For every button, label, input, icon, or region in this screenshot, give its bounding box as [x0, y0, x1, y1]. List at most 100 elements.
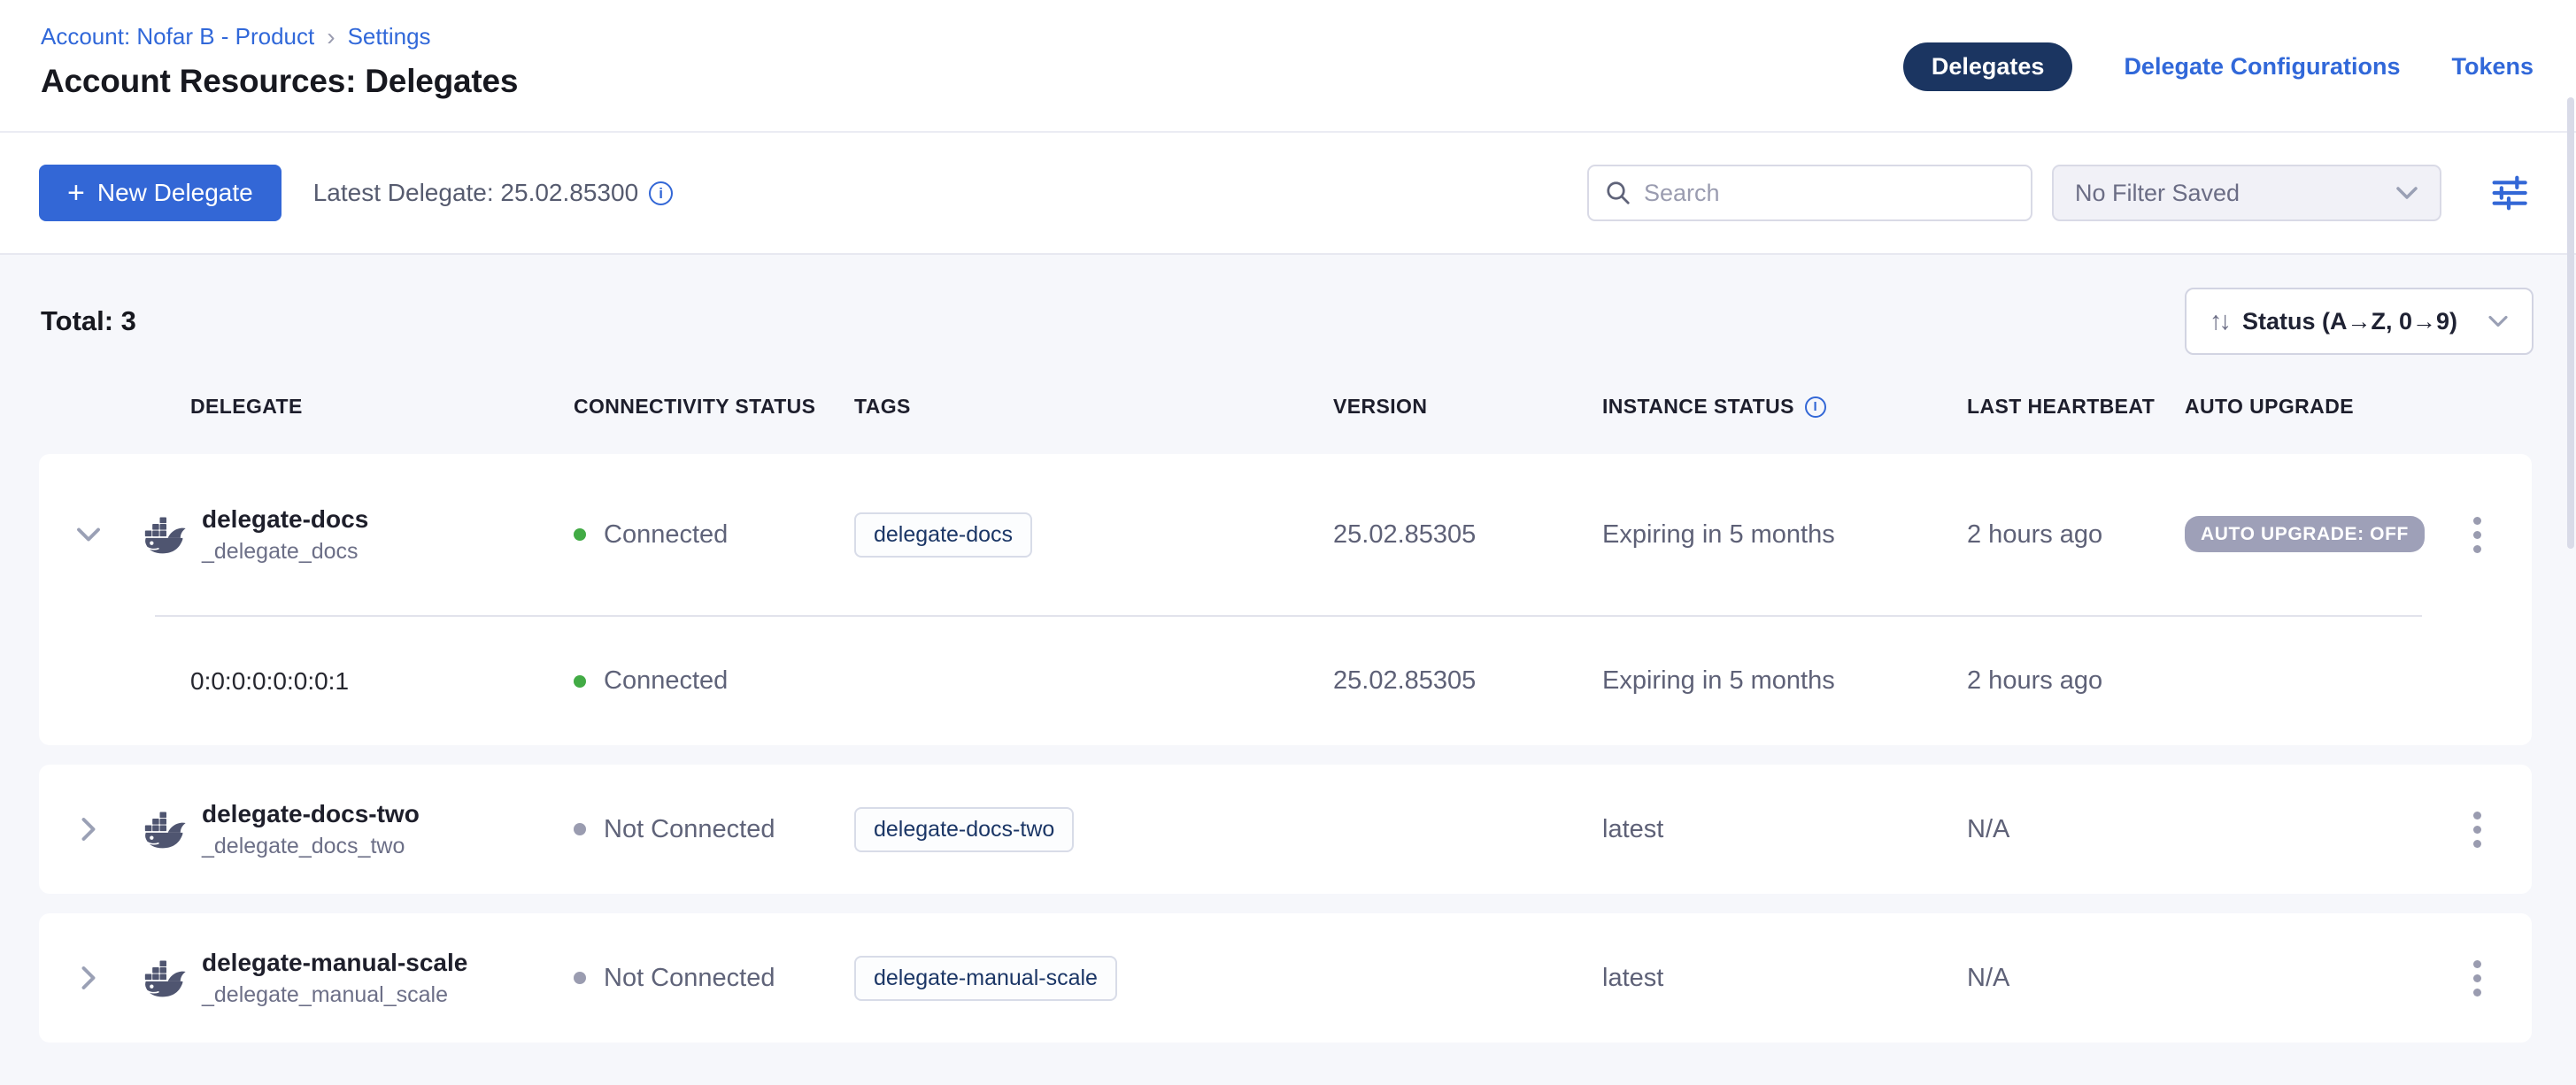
search-icon [1605, 180, 1631, 206]
connected-dot-icon [574, 675, 586, 688]
column-header-auto-upgrade: Auto Upgrade [2185, 395, 2473, 419]
column-header-tags: Tags [854, 395, 1333, 419]
saved-filter-value: No Filter Saved [2075, 180, 2240, 207]
search-box [1587, 165, 2032, 221]
chevron-down-icon [75, 525, 102, 544]
tag-chip[interactable]: delegate-docs-two [854, 807, 1074, 852]
delegate-id: _delegate_manual_scale [202, 982, 467, 1008]
tab-delegate-configurations[interactable]: Delegate Configurations [2124, 53, 2400, 81]
column-header-version: Version [1333, 395, 1602, 419]
tags-cell: delegate-docs-two [854, 807, 1333, 852]
search-input[interactable] [1644, 180, 2015, 207]
column-header-delegate: Delegate [138, 395, 556, 419]
vertical-scrollbar[interactable] [2567, 97, 2574, 549]
breadcrumb-separator-icon: › [327, 25, 335, 50]
column-header-instance-status: Instance Status i [1602, 395, 1967, 419]
connectivity-status-cell: Connected [556, 666, 854, 696]
disconnected-dot-icon [574, 823, 586, 835]
auto-upgrade-badge: AUTO UPGRADE: OFF [2185, 516, 2425, 552]
delegate-instance-row: 0:0:0:0:0:0:0:1 Connected 25.02.85305 Ex… [39, 617, 2532, 745]
table-row[interactable]: delegate-docs-two _delegate_docs_two Not… [39, 765, 2532, 894]
last-heartbeat-cell: 2 hours ago [1967, 666, 2185, 696]
latest-delegate-version: Latest Delegate: 25.02.85300 i [313, 179, 673, 207]
connectivity-status-text: Not Connected [604, 964, 775, 993]
sort-dropdown-value: Status (A→Z, 0→9) [2242, 308, 2461, 335]
chevron-right-icon [79, 816, 98, 843]
instance-status-cell: latest [1602, 815, 1967, 844]
delegate-id: _delegate_docs_two [202, 834, 420, 859]
filter-sliders-button[interactable] [2484, 168, 2534, 218]
latest-delegate-text: Latest Delegate: 25.02.85300 [313, 179, 638, 207]
delegate-cell: delegate-docs _delegate_docs [138, 505, 556, 565]
tag-chip[interactable]: delegate-manual-scale [854, 956, 1117, 1001]
version-cell: 25.02.85305 [1333, 666, 1602, 696]
table-row[interactable]: delegate-manual-scale _delegate_manual_s… [39, 913, 2532, 1043]
connectivity-status-cell: Connected [556, 520, 854, 550]
expand-row-button[interactable] [39, 968, 138, 988]
total-count: Total: 3 [41, 305, 136, 337]
connectivity-status-text: Connected [604, 666, 728, 696]
delegate-cell: delegate-docs-two _delegate_docs_two [138, 800, 556, 859]
connected-dot-icon [574, 528, 586, 541]
kebab-menu-icon[interactable] [2473, 812, 2482, 848]
row-menu-cell [2473, 960, 2532, 997]
instance-status-cell: latest [1602, 964, 1967, 993]
docker-icon [143, 958, 189, 998]
page-header: Account: Nofar B - Product › Settings Ac… [0, 0, 2576, 133]
chevron-down-icon [2395, 184, 2418, 202]
docker-icon [143, 515, 189, 555]
chevron-down-icon [2487, 313, 2509, 329]
delegate-id: _delegate_docs [202, 539, 368, 565]
tags-cell: delegate-docs [854, 512, 1333, 558]
kebab-menu-icon[interactable] [2473, 517, 2482, 553]
new-delegate-button[interactable]: + New Delegate [39, 165, 282, 221]
breadcrumb-account-link[interactable]: Account: Nofar B - Product [41, 23, 314, 50]
connectivity-status-cell: Not Connected [556, 964, 854, 993]
delegates-page: Account: Nofar B - Product › Settings Ac… [0, 0, 2576, 1085]
tab-tokens[interactable]: Tokens [2451, 53, 2534, 81]
row-menu-cell [2473, 812, 2532, 848]
table-row[interactable]: delegate-docs _delegate_docs Connected d… [39, 454, 2532, 615]
delegate-name[interactable]: delegate-manual-scale [202, 949, 467, 977]
delegate-name[interactable]: delegate-docs-two [202, 800, 420, 828]
version-cell: 25.02.85305 [1333, 520, 1602, 550]
connectivity-status-text: Connected [604, 520, 728, 550]
list-summary-bar: Total: 3 ↑↓ Status (A→Z, 0→9) [0, 255, 2576, 356]
row-menu-cell [2473, 517, 2532, 553]
disconnected-dot-icon [574, 972, 586, 984]
delegate-card-delegate-docs-two: delegate-docs-two _delegate_docs_two Not… [39, 765, 2532, 894]
delegate-cell: delegate-manual-scale _delegate_manual_s… [138, 949, 556, 1008]
column-header-last-heartbeat: Last Heartbeat [1967, 395, 2185, 419]
toolbar: + New Delegate Latest Delegate: 25.02.85… [0, 133, 2576, 255]
last-heartbeat-cell: N/A [1967, 964, 2185, 993]
table-header-row: Delegate Connectivity Status Tags Versio… [39, 356, 2532, 454]
instance-status-cell: Expiring in 5 months [1602, 520, 1967, 550]
chevron-right-icon [79, 965, 98, 991]
sort-dropdown[interactable]: ↑↓ Status (A→Z, 0→9) [2185, 288, 2534, 355]
info-icon[interactable]: i [649, 181, 673, 205]
docker-icon [143, 810, 189, 850]
collapse-row-button[interactable] [39, 525, 138, 544]
kebab-menu-icon[interactable] [2473, 960, 2482, 997]
sort-arrows-icon: ↑↓ [2210, 307, 2228, 336]
info-icon[interactable]: i [1805, 396, 1826, 418]
last-heartbeat-cell: 2 hours ago [1967, 520, 2185, 550]
tag-chip[interactable]: delegate-docs [854, 512, 1032, 558]
new-delegate-button-label: New Delegate [97, 179, 253, 207]
delegate-name[interactable]: delegate-docs [202, 505, 368, 534]
resource-tabs: Delegates Delegate Configurations Tokens [1903, 42, 2534, 91]
tags-cell: delegate-manual-scale [854, 956, 1333, 1001]
instance-status-cell: Expiring in 5 months [1602, 666, 1967, 696]
expand-row-button[interactable] [39, 820, 138, 839]
delegate-card-delegate-manual-scale: delegate-manual-scale _delegate_manual_s… [39, 913, 2532, 1043]
delegate-card-delegate-docs: delegate-docs _delegate_docs Connected d… [39, 454, 2532, 745]
instance-host: 0:0:0:0:0:0:0:1 [138, 667, 556, 696]
connectivity-status-cell: Not Connected [556, 815, 854, 844]
plus-icon: + [67, 178, 85, 208]
column-header-instance-status-label: Instance Status [1602, 395, 1794, 419]
connectivity-status-text: Not Connected [604, 815, 775, 844]
tab-delegates[interactable]: Delegates [1903, 42, 2073, 91]
saved-filter-dropdown[interactable]: No Filter Saved [2052, 165, 2441, 221]
sliders-icon [2484, 168, 2534, 218]
breadcrumb-settings-link[interactable]: Settings [348, 23, 431, 50]
